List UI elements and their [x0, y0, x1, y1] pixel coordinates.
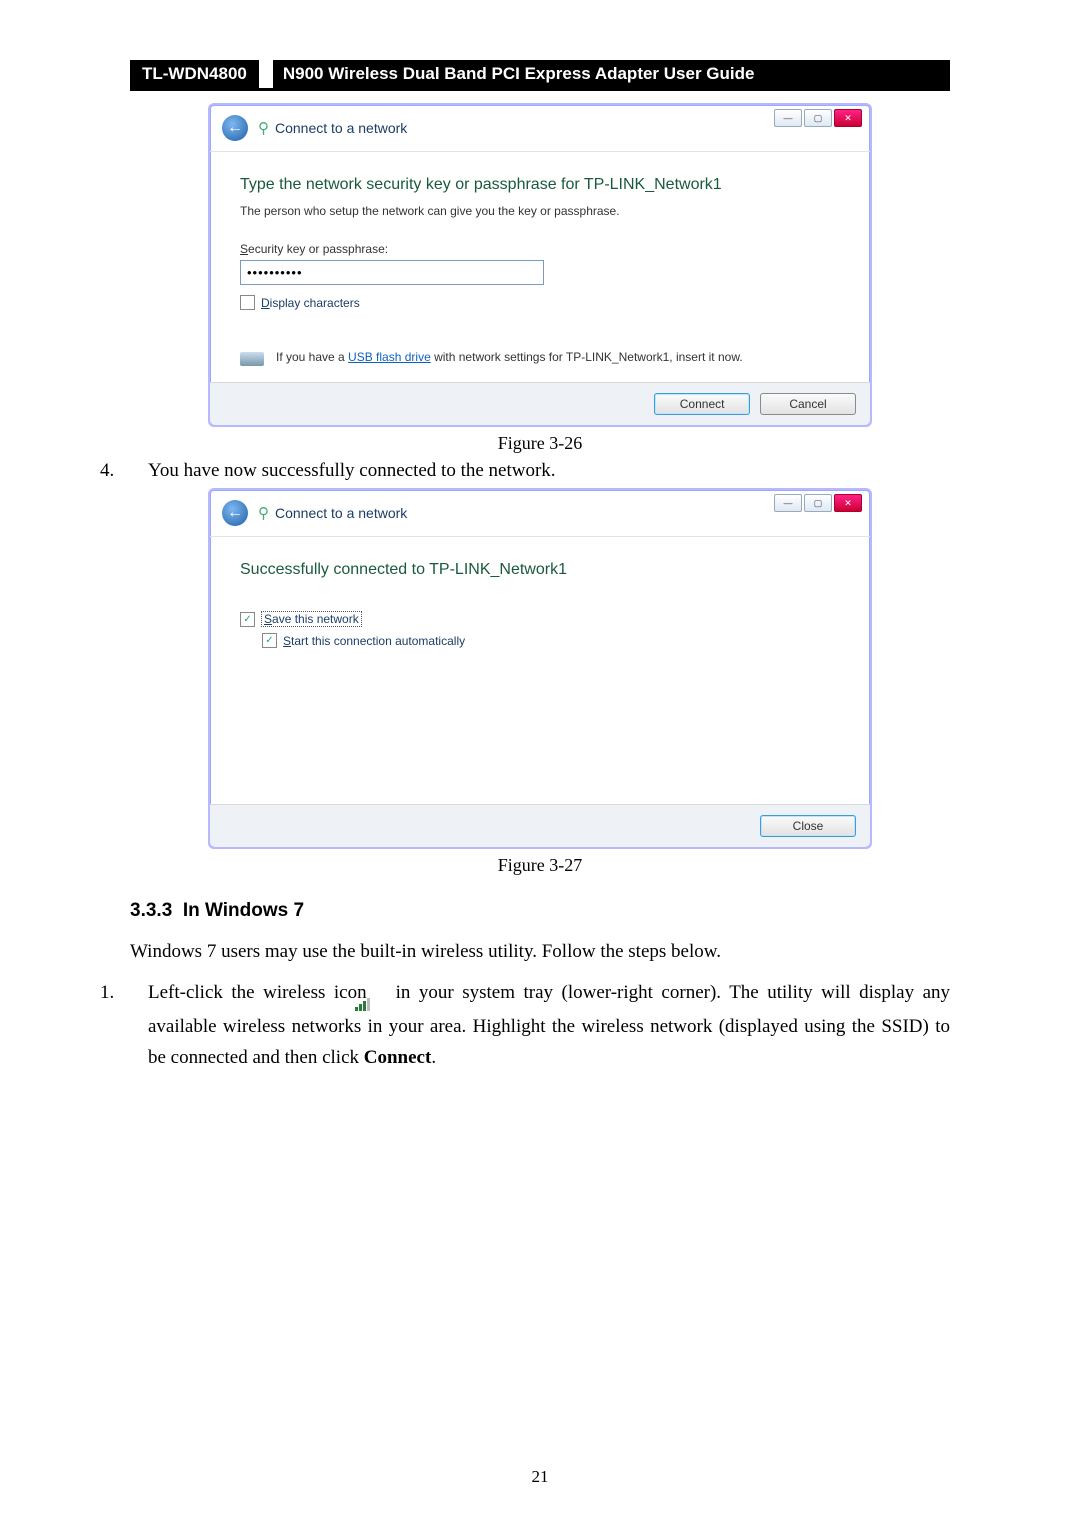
- maximize-button[interactable]: ▢: [804, 109, 832, 127]
- close-button[interactable]: ✕: [834, 494, 862, 512]
- minimize-button[interactable]: —: [774, 109, 802, 127]
- network-icon: ⚲: [258, 504, 269, 522]
- instruction-text: Type the network security key or passphr…: [240, 176, 840, 194]
- passphrase-input[interactable]: [240, 260, 544, 285]
- passphrase-label: Security key or passphrase:: [240, 242, 840, 256]
- network-icon: ⚲: [258, 119, 269, 137]
- back-button[interactable]: ←: [222, 500, 248, 526]
- usb-hint: If you have a USB flash drive with netwo…: [240, 350, 840, 366]
- figure-caption-2: Figure 3-27: [130, 855, 950, 876]
- close-dialog-button[interactable]: Close: [760, 815, 856, 837]
- step-4: 4.You have now successfully connected to…: [130, 460, 950, 482]
- auto-start-label: Start this connection automatically: [283, 634, 465, 648]
- save-network-label: Save this network: [261, 611, 362, 627]
- save-network-checkbox[interactable]: ✓: [240, 612, 255, 627]
- maximize-button[interactable]: ▢: [804, 494, 832, 512]
- section-heading: 3.3.3 In Windows 7: [130, 900, 950, 922]
- usb-link[interactable]: USB flash drive: [348, 350, 431, 364]
- usb-drive-icon: [240, 352, 264, 366]
- model-label: TL-WDN4800: [130, 60, 259, 88]
- window-controls: — ▢ ✕: [774, 494, 862, 512]
- intro-paragraph: Windows 7 users may use the built-in wir…: [130, 936, 950, 967]
- dialog-title: Connect to a network: [275, 505, 407, 521]
- success-text: Successfully connected to TP-LINK_Networ…: [240, 561, 840, 579]
- signal-bars-icon: [379, 979, 383, 1010]
- connect-button[interactable]: Connect: [654, 393, 750, 415]
- auto-start-checkbox[interactable]: ✓: [262, 633, 277, 648]
- display-chars-label: Display characters: [261, 296, 360, 310]
- minimize-button[interactable]: —: [774, 494, 802, 512]
- page-number: 21: [0, 1467, 1080, 1487]
- display-chars-checkbox[interactable]: [240, 295, 255, 310]
- connect-dialog-passphrase: — ▢ ✕ ← ⚲ Connect to a network Type the …: [208, 103, 872, 427]
- doc-title: N900 Wireless Dual Band PCI Express Adap…: [273, 60, 950, 88]
- step-1: 1.Left-click the wireless icon in your s…: [130, 977, 950, 1073]
- connect-dialog-success: — ▢ ✕ ← ⚲ Connect to a network Successfu…: [208, 488, 872, 849]
- cancel-button[interactable]: Cancel: [760, 393, 856, 415]
- back-button[interactable]: ←: [222, 115, 248, 141]
- close-button[interactable]: ✕: [834, 109, 862, 127]
- dialog-title: Connect to a network: [275, 120, 407, 136]
- figure-caption-1: Figure 3-26: [130, 433, 950, 454]
- doc-header: TL-WDN4800 N900 Wireless Dual Band PCI E…: [130, 60, 950, 91]
- window-controls: — ▢ ✕: [774, 109, 862, 127]
- sub-text: The person who setup the network can giv…: [240, 204, 840, 218]
